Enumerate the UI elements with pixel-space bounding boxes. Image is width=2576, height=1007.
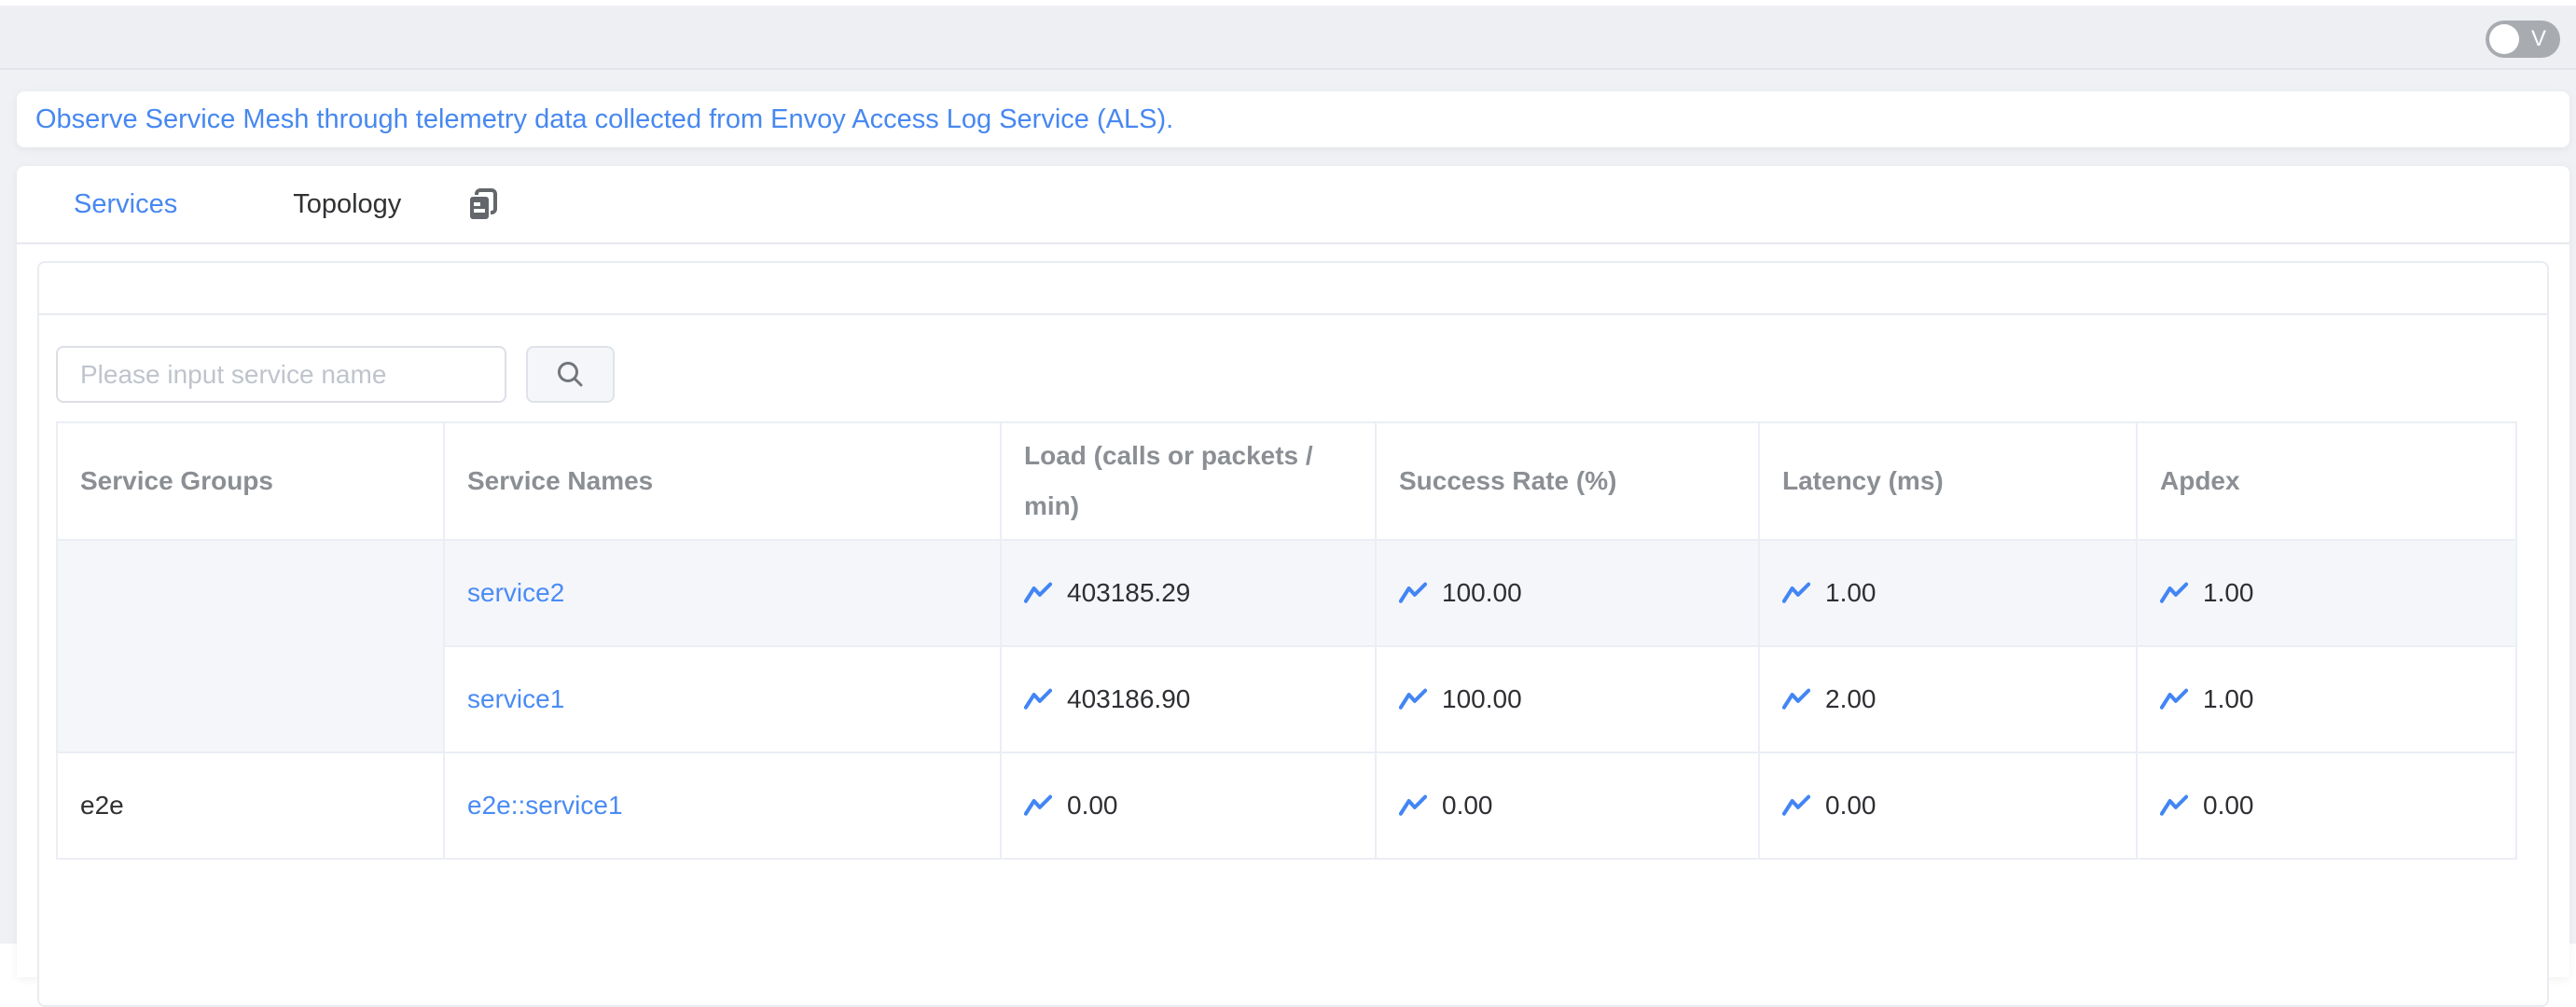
trend-line-icon <box>2160 792 2188 820</box>
copy-document-icon[interactable] <box>466 187 498 221</box>
trend-line-icon <box>1399 792 1427 820</box>
col-load: Load (calls or packets / min) <box>1001 422 1376 540</box>
metric-load-value: 403185.29 <box>1067 578 1190 608</box>
metric-latency-cell: 1.00 <box>1759 540 2137 646</box>
col-apdex: Apdex <box>2137 422 2516 540</box>
metric-latency-value: 0.00 <box>1825 791 1877 821</box>
metric-latency-value: 2.00 <box>1825 684 1877 714</box>
col-service-names: Service Names <box>444 422 1001 540</box>
metric-success-rate-cell: 0.00 <box>1376 752 1759 859</box>
page-background: Observe Service Mesh through telemetry d… <box>0 70 2576 944</box>
tab-services[interactable]: Services <box>74 189 177 220</box>
trend-line-icon <box>1399 685 1427 713</box>
metric-apdex-value: 1.00 <box>2203 684 2254 714</box>
metric-success-rate-value: 100.00 <box>1442 578 1522 608</box>
service-link[interactable]: service1 <box>467 684 564 713</box>
main-card: Services Topology <box>17 166 2569 977</box>
trend-line-icon <box>2160 579 2188 607</box>
top-header-bar: V <box>0 6 2576 70</box>
metric-latency-value: 1.00 <box>1825 578 1877 608</box>
tab-topology[interactable]: Topology <box>293 189 401 220</box>
col-success-rate: Success Rate (%) <box>1376 422 1759 540</box>
service-link[interactable]: e2e::service1 <box>467 791 623 820</box>
tab-bar: Services Topology <box>17 166 2569 244</box>
services-panel: Service Groups Service Names Load (calls… <box>37 261 2549 1007</box>
metric-latency-cell: 0.00 <box>1759 752 2137 859</box>
trend-line-icon <box>1782 792 1810 820</box>
notice-banner-text: Observe Service Mesh through telemetry d… <box>17 91 2569 147</box>
metric-apdex-cell: 1.00 <box>2137 540 2516 646</box>
search-button[interactable] <box>526 346 615 403</box>
group-cell: e2e <box>57 752 444 859</box>
search-icon <box>555 359 587 391</box>
service-link[interactable]: service2 <box>467 578 564 607</box>
search-row <box>56 346 2547 403</box>
metric-load-cell: 403185.29 <box>1001 540 1376 646</box>
service-name-cell: service2 <box>444 540 1001 646</box>
metric-latency-cell: 2.00 <box>1759 646 2137 752</box>
theme-toggle[interactable]: V <box>2486 21 2560 58</box>
metric-success-rate-cell: 100.00 <box>1376 540 1759 646</box>
trend-line-icon <box>2160 685 2188 713</box>
trend-line-icon <box>1782 685 1810 713</box>
trend-line-icon <box>1399 579 1427 607</box>
metric-apdex-cell: 0.00 <box>2137 752 2516 859</box>
table-header-row: Service Groups Service Names Load (calls… <box>57 422 2516 540</box>
toggle-label: V <box>2531 21 2546 58</box>
notice-banner: Observe Service Mesh through telemetry d… <box>17 91 2569 147</box>
metric-success-rate-cell: 100.00 <box>1376 646 1759 752</box>
col-latency: Latency (ms) <box>1759 422 2137 540</box>
trend-line-icon <box>1782 579 1810 607</box>
metric-success-rate-value: 0.00 <box>1442 791 1493 821</box>
services-table: Service Groups Service Names Load (calls… <box>56 421 2517 860</box>
service-name-cell: e2e::service1 <box>444 752 1001 859</box>
metric-success-rate-value: 100.00 <box>1442 684 1522 714</box>
metric-load-cell: 403186.90 <box>1001 646 1376 752</box>
toggle-knob-icon <box>2489 24 2519 54</box>
trend-line-icon <box>1024 579 1052 607</box>
group-cell <box>57 540 444 752</box>
service-name-cell: service1 <box>444 646 1001 752</box>
metric-load-cell: 0.00 <box>1001 752 1376 859</box>
metric-apdex-value: 0.00 <box>2203 791 2254 821</box>
table-row: e2e e2e::service1 0.00 0.00 0.00 0.00 <box>57 752 2516 859</box>
panel-body: Service Groups Service Names Load (calls… <box>39 315 2547 860</box>
trend-line-icon <box>1024 792 1052 820</box>
search-input[interactable] <box>56 346 506 403</box>
metric-apdex-cell: 1.00 <box>2137 646 2516 752</box>
col-service-groups: Service Groups <box>57 422 444 540</box>
metric-apdex-value: 1.00 <box>2203 578 2254 608</box>
metric-load-value: 0.00 <box>1067 791 1118 821</box>
table-body: service2 403185.29 100.00 1.00 1.00 service1 4… <box>57 540 2516 859</box>
panel-toolbar <box>39 263 2547 315</box>
trend-line-icon <box>1024 685 1052 713</box>
table-row: service2 403185.29 100.00 1.00 1.00 <box>57 540 2516 646</box>
metric-load-value: 403186.90 <box>1067 684 1190 714</box>
